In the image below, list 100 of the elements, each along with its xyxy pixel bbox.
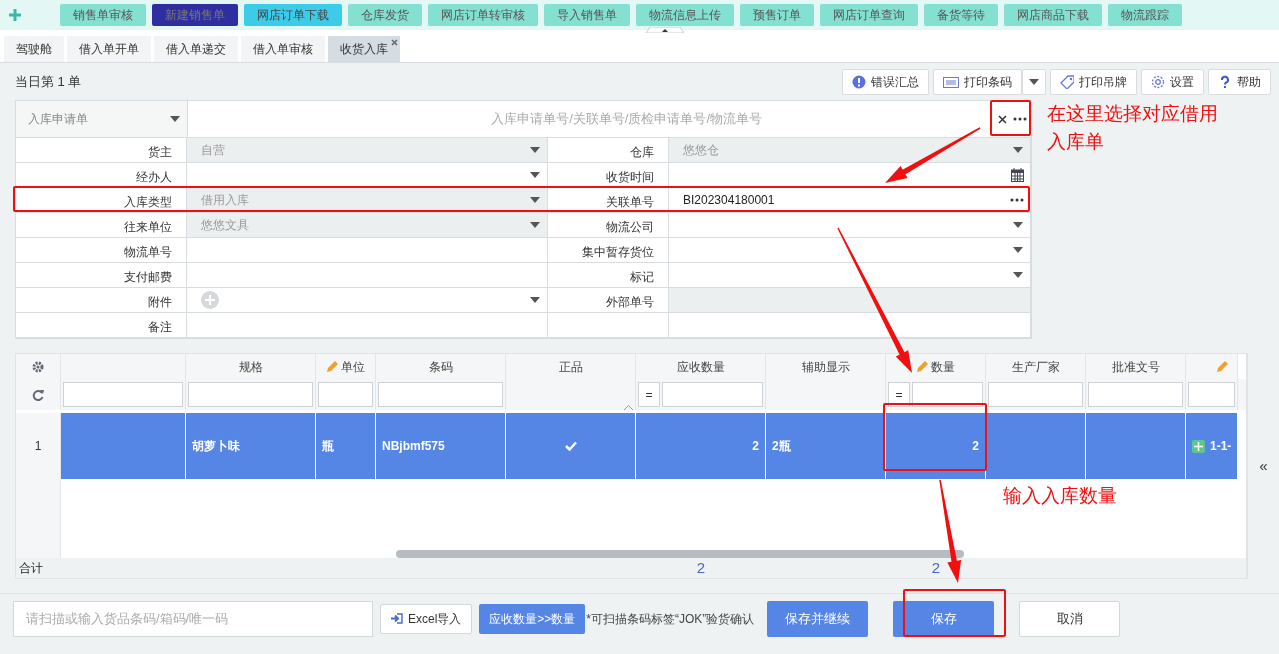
action-button[interactable]: 应收数量>>数量 bbox=[479, 603, 586, 634]
filter-field[interactable] bbox=[912, 382, 983, 407]
field-label: 物流单号 bbox=[16, 238, 187, 263]
annotation-text: 输入入库数量 bbox=[1003, 484, 1118, 508]
form-field[interactable] bbox=[187, 288, 548, 313]
column-header[interactable]: 应收数量 bbox=[636, 354, 766, 379]
nav-button[interactable]: 销售单审核 bbox=[60, 4, 146, 26]
tab[interactable]: 借入单开单 bbox=[67, 36, 151, 62]
form-button[interactable]: 保存并继续 bbox=[767, 600, 869, 637]
caret-icon bbox=[1028, 77, 1040, 86]
highlight-frame bbox=[990, 100, 1031, 136]
field-label: 经办人 bbox=[16, 163, 187, 188]
nav-button[interactable]: 导入销售单 bbox=[544, 4, 630, 26]
more-icon[interactable] bbox=[1010, 198, 1024, 202]
form-field[interactable] bbox=[187, 238, 548, 263]
help-icon bbox=[1218, 74, 1232, 89]
column-header[interactable]: 批准文号 bbox=[1086, 354, 1186, 379]
nav-button[interactable]: 网店订单下载 bbox=[244, 4, 342, 26]
caret-icon bbox=[1012, 246, 1024, 254]
total-value: 2 bbox=[931, 558, 941, 578]
form-button[interactable]: 保存 bbox=[893, 600, 995, 637]
toolbar-button[interactable]: 设置 bbox=[1141, 68, 1204, 95]
grid-icon bbox=[1192, 439, 1205, 453]
close-icon[interactable] bbox=[391, 39, 398, 46]
field-label: 关联单号 bbox=[548, 188, 669, 213]
sort-icon[interactable] bbox=[624, 405, 633, 410]
table-cell: 2瓶 bbox=[766, 413, 886, 479]
tab[interactable]: 借入单审核 bbox=[241, 36, 325, 62]
form-button[interactable]: 取消 bbox=[1019, 600, 1121, 637]
filter-field[interactable] bbox=[318, 382, 373, 407]
plus-icon[interactable] bbox=[8, 8, 22, 22]
filter-field[interactable] bbox=[1088, 382, 1183, 407]
column-header[interactable] bbox=[1186, 354, 1238, 379]
toolbar-button[interactable]: 帮助 bbox=[1208, 68, 1271, 95]
settings-icon bbox=[1151, 74, 1165, 89]
annotation-text: 在这里选择对应借用入库单 bbox=[1047, 102, 1219, 154]
nav-button[interactable]: 备货等待 bbox=[924, 4, 998, 26]
add-icon[interactable] bbox=[201, 291, 219, 310]
field-label: 标记 bbox=[548, 263, 669, 288]
calendar-icon[interactable] bbox=[1011, 168, 1024, 182]
more-icon[interactable] bbox=[1013, 117, 1027, 121]
filter-field[interactable] bbox=[188, 382, 313, 407]
tab[interactable]: 借入单递交 bbox=[154, 36, 238, 62]
toolbar-button[interactable]: 打印吊牌 bbox=[1050, 68, 1137, 95]
field-label: 收货时间 bbox=[548, 163, 669, 188]
filter-field[interactable] bbox=[662, 382, 763, 407]
caret-icon bbox=[529, 196, 541, 204]
action-button[interactable]: Excel导入 bbox=[380, 603, 473, 634]
order-count: 当日第 1 单 bbox=[15, 72, 82, 91]
filter-field[interactable] bbox=[378, 382, 503, 407]
refresh-icon[interactable] bbox=[32, 388, 44, 401]
total-label: 合计 bbox=[19, 560, 43, 577]
caret-icon bbox=[529, 296, 541, 304]
nav-button[interactable]: 物流跟踪 bbox=[1108, 4, 1182, 26]
column-header[interactable]: 正品 bbox=[506, 354, 636, 379]
nav-button[interactable]: 网店订单转审核 bbox=[428, 4, 538, 26]
table-cell: 2 bbox=[886, 413, 986, 479]
nav-button[interactable]: 网店商品下载 bbox=[1004, 4, 1102, 26]
filter-field[interactable] bbox=[988, 382, 1083, 407]
filter-operator[interactable]: = bbox=[888, 382, 910, 407]
hint-text: *可扫描条码标签“JOK”验货确认 bbox=[586, 610, 755, 628]
caret-icon bbox=[1012, 271, 1024, 279]
clear-icon[interactable] bbox=[998, 114, 1007, 124]
nav-button[interactable]: 仓库发货 bbox=[348, 4, 422, 26]
filter-operator[interactable]: = bbox=[638, 382, 660, 407]
source-type-select[interactable]: 入库申请单 bbox=[16, 101, 188, 137]
horizontal-scrollbar[interactable] bbox=[396, 550, 964, 558]
column-header[interactable]: 数量 bbox=[886, 354, 986, 379]
nav-button[interactable]: 预售订单 bbox=[740, 4, 814, 26]
column-header[interactable]: 条码 bbox=[376, 354, 506, 379]
nav-button[interactable]: 网店订单查询 bbox=[820, 4, 918, 26]
form-field[interactable] bbox=[187, 263, 548, 288]
table-cell: 胡萝卜味 bbox=[186, 413, 316, 479]
column-header[interactable]: 单位 bbox=[316, 354, 376, 379]
column-header[interactable]: 规格 bbox=[186, 354, 316, 379]
caret-icon bbox=[1012, 146, 1024, 154]
field-label: 附件 bbox=[16, 288, 187, 313]
tab[interactable]: 收货入库 bbox=[328, 36, 400, 62]
barcode-icon bbox=[943, 74, 959, 89]
form-field[interactable]: BI202304180001 bbox=[669, 188, 1031, 213]
cell-text: 1-1- bbox=[1210, 438, 1232, 455]
column-header[interactable]: 生产厂家 bbox=[986, 354, 1086, 379]
grid-row[interactable]: 1 胡萝卜味 瓶 NBjbmf575 2 2瓶 2 1-1- bbox=[16, 413, 1246, 479]
toolbar-button[interactable]: 错误汇总 bbox=[842, 68, 929, 95]
form-field[interactable] bbox=[669, 213, 1031, 238]
tab[interactable]: 驾驶舱 bbox=[4, 36, 64, 62]
field-label: 支付邮费 bbox=[16, 263, 187, 288]
toolbar-button[interactable]: 打印条码 bbox=[933, 68, 1022, 95]
caret-icon bbox=[529, 221, 541, 229]
filter-field[interactable] bbox=[1188, 382, 1235, 407]
search-field[interactable]: 入库申请单号/关联单号/质检申请单号/物流单号 bbox=[196, 108, 992, 130]
filter-field[interactable] bbox=[63, 382, 183, 407]
dropdown-button[interactable] bbox=[1022, 68, 1046, 95]
table-cell: NBjbmf575 bbox=[376, 413, 506, 479]
caret-icon bbox=[529, 146, 541, 154]
settings-icon[interactable] bbox=[32, 360, 44, 373]
form-field[interactable] bbox=[187, 313, 548, 338]
column-header[interactable]: 辅助显示 bbox=[766, 354, 886, 379]
nav-button[interactable]: 物流信息上传 bbox=[636, 4, 734, 26]
collapse-handle-icon[interactable] bbox=[646, 27, 684, 33]
